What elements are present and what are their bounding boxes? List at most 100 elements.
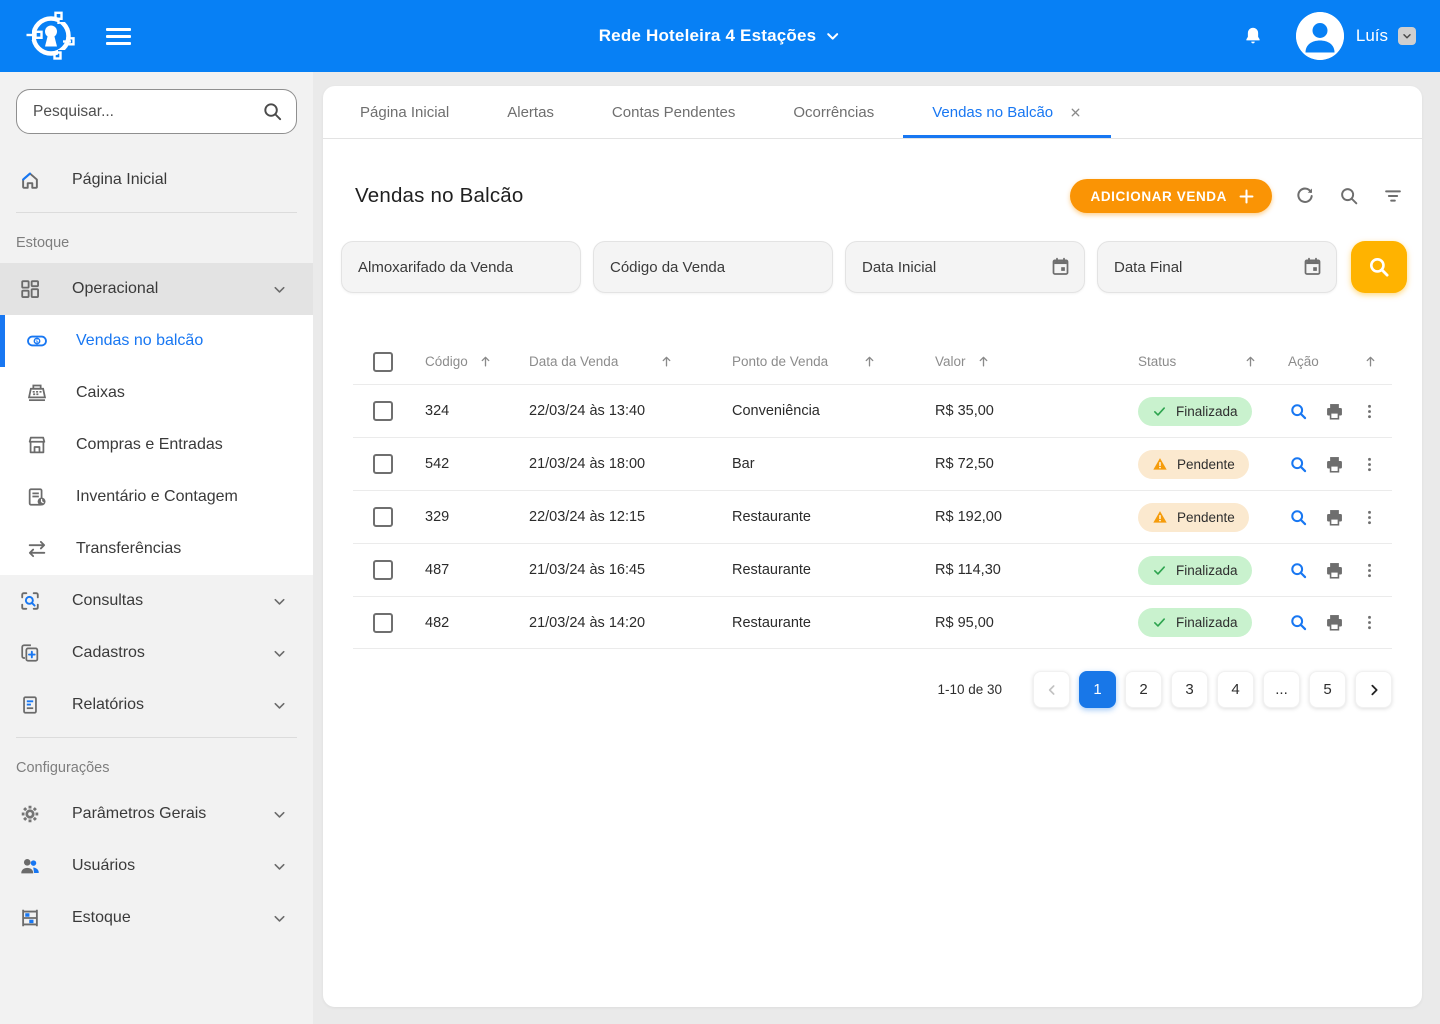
search-icon[interactable]: [1338, 185, 1360, 207]
kebab-menu-icon[interactable]: [1360, 402, 1379, 421]
kebab-menu-icon[interactable]: [1360, 561, 1379, 580]
sidebar-item-transferencias[interactable]: Transferências: [0, 523, 313, 575]
sort-arrow-icon: [659, 354, 674, 369]
column-header-status[interactable]: Status: [1120, 354, 1270, 369]
row-checkbox[interactable]: [373, 560, 393, 580]
close-icon[interactable]: [1069, 106, 1082, 119]
pagination-page-2[interactable]: 2: [1125, 671, 1162, 708]
kebab-menu-icon[interactable]: [1360, 455, 1379, 474]
user-menu-chevron-icon[interactable]: [1398, 27, 1416, 45]
print-icon[interactable]: [1324, 560, 1345, 581]
sidebar-group-operacional[interactable]: Operacional: [0, 263, 313, 315]
tab-ocorrencias[interactable]: Ocorrências: [764, 86, 903, 138]
sort-arrow-icon: [976, 354, 991, 369]
column-header-valor[interactable]: Valor: [917, 354, 1120, 369]
print-icon[interactable]: [1324, 612, 1345, 633]
sidebar-group-relatorios[interactable]: Relatórios: [0, 679, 313, 731]
pagination-page-5[interactable]: 5: [1309, 671, 1346, 708]
sidebar-item-compras-e-entradas[interactable]: Compras e Entradas: [0, 419, 313, 471]
sidebar-item-caixas[interactable]: Caixas: [0, 367, 313, 419]
sidebar-group-cadastros[interactable]: Cadastros: [0, 627, 313, 679]
pagination-page-3[interactable]: 3: [1171, 671, 1208, 708]
sale-code-filter-input[interactable]: [593, 241, 833, 293]
print-icon[interactable]: [1324, 507, 1345, 528]
sidebar-item-pagina-inicial[interactable]: Página Inicial: [0, 154, 313, 206]
search-input[interactable]: [16, 89, 297, 134]
tab-vendas-no-balcao[interactable]: Vendas no Balcão: [903, 86, 1111, 138]
row-checkbox[interactable]: [373, 401, 393, 421]
sidebar-group-consultas[interactable]: Consultas: [0, 575, 313, 627]
warning-icon: [1152, 456, 1168, 472]
view-sale-icon[interactable]: [1288, 401, 1309, 422]
column-header-data-da-venda[interactable]: Data da Venda: [511, 354, 714, 369]
sidebar-item-inventario-e-contagem[interactable]: Inventário e Contagem: [0, 471, 313, 523]
start-date-filter-input[interactable]: [845, 241, 1085, 293]
cell-data-da-venda: 21/03/24 às 14:20: [511, 615, 714, 631]
sidebar: Página Inicial Estoque Operacional $ Ven…: [0, 72, 313, 1024]
row-checkbox[interactable]: [373, 507, 393, 527]
calendar-icon[interactable]: [1302, 256, 1323, 277]
gear-icon: [19, 803, 41, 825]
view-sale-icon[interactable]: [1288, 507, 1309, 528]
people-icon: [19, 855, 41, 877]
menu-icon[interactable]: [102, 24, 135, 49]
view-sale-icon[interactable]: [1288, 560, 1309, 581]
pagination-page-1[interactable]: 1: [1079, 671, 1116, 708]
view-sale-icon[interactable]: [1288, 612, 1309, 633]
sidebar-group-parametros-gerais[interactable]: Parâmetros Gerais: [0, 788, 313, 840]
kebab-menu-icon[interactable]: [1360, 508, 1379, 527]
cell-data-da-venda: 21/03/24 às 16:45: [511, 562, 714, 578]
tab-pagina-inicial[interactable]: Página Inicial: [331, 86, 478, 138]
inventory-clock-icon: [26, 486, 48, 508]
sidebar-group-estoque[interactable]: Estoque: [0, 892, 313, 944]
calendar-icon[interactable]: [1050, 256, 1071, 277]
pagination-next-button[interactable]: [1355, 671, 1392, 708]
tab-contas-pendentes[interactable]: Contas Pendentes: [583, 86, 764, 138]
divider: [16, 212, 297, 213]
transfer-arrows-icon: [26, 538, 48, 560]
table-row: 482 21/03/24 às 14:20 Restaurante R$ 95,…: [353, 596, 1392, 649]
kebab-menu-icon[interactable]: [1360, 613, 1379, 632]
content-card: Página Inicial Alertas Contas Pendentes …: [323, 86, 1422, 1007]
row-checkbox[interactable]: [373, 454, 393, 474]
refresh-icon[interactable]: [1294, 185, 1316, 207]
column-header-acao[interactable]: Ação: [1270, 354, 1392, 369]
row-checkbox[interactable]: [373, 613, 393, 633]
avatar[interactable]: [1296, 12, 1344, 60]
print-icon[interactable]: [1324, 454, 1345, 475]
pagination-prev-button[interactable]: [1033, 671, 1070, 708]
pagination-ellipsis[interactable]: ...: [1263, 671, 1300, 708]
status-badge: Pendente: [1138, 450, 1249, 479]
chevron-left-icon: [1044, 682, 1060, 698]
apply-filters-search-button[interactable]: [1351, 241, 1407, 293]
warehouse-filter-input[interactable]: [341, 241, 581, 293]
chevron-down-icon: [271, 593, 288, 610]
cell-valor: R$ 35,00: [917, 403, 1120, 419]
check-icon: [1152, 615, 1167, 630]
property-switcher[interactable]: Rede Hoteleira 4 Estações: [599, 26, 842, 46]
cell-data-da-venda: 22/03/24 às 13:40: [511, 403, 714, 419]
cell-ponto-de-venda: Conveniência: [714, 403, 917, 419]
cash-register-icon: [26, 382, 48, 404]
select-all-checkbox[interactable]: [373, 352, 393, 372]
pagination-page-4[interactable]: 4: [1217, 671, 1254, 708]
storefront-icon: [26, 434, 48, 456]
cell-codigo: 487: [401, 562, 511, 578]
sidebar-group-usuarios[interactable]: Usuários: [0, 840, 313, 892]
add-sale-button[interactable]: ADICIONAR VENDA: [1070, 179, 1272, 213]
notifications-bell-icon[interactable]: [1242, 24, 1264, 48]
cell-codigo: 482: [401, 615, 511, 631]
filter-icon[interactable]: [1382, 185, 1404, 207]
search-frame-icon: [19, 590, 41, 612]
app-logo-keyhole-icon[interactable]: [25, 10, 77, 62]
sidebar-item-vendas-no-balcao[interactable]: $ Vendas no balcão: [0, 315, 313, 367]
chevron-down-icon: [271, 858, 288, 875]
sort-arrow-icon: [1243, 354, 1258, 369]
print-icon[interactable]: [1324, 401, 1345, 422]
column-header-codigo[interactable]: Código: [401, 354, 511, 369]
view-sale-icon[interactable]: [1288, 454, 1309, 475]
sales-table: Código Data da Venda Ponto de Venda Valo…: [353, 339, 1392, 649]
end-date-filter-input[interactable]: [1097, 241, 1337, 293]
tab-alertas[interactable]: Alertas: [478, 86, 583, 138]
column-header-ponto-de-venda[interactable]: Ponto de Venda: [714, 354, 917, 369]
